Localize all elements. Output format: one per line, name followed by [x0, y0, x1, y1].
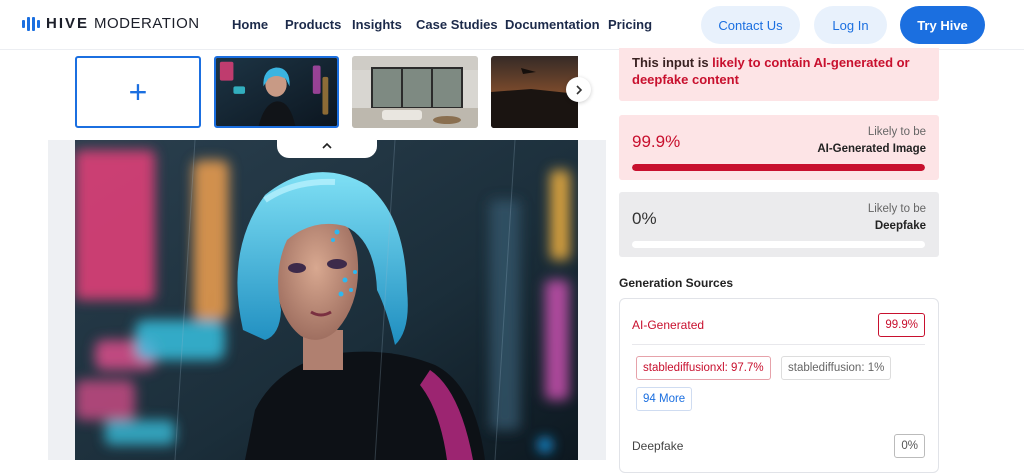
- ai-generated-source-badge: 99.9%: [878, 313, 925, 337]
- nav-home[interactable]: Home: [232, 17, 268, 32]
- deepfake-score-label-bottom: Deepfake: [874, 220, 926, 232]
- deepfake-score-value: 0%: [632, 209, 657, 228]
- deepfake-score-bar: [632, 241, 925, 248]
- plus-icon: +: [128, 74, 148, 110]
- generation-sources-card: AI-Generated 99.9% stablediffusionxl: 97…: [619, 298, 939, 473]
- nav-documentation[interactable]: Documentation: [505, 17, 600, 32]
- generation-sources-title: Generation Sources: [619, 276, 734, 290]
- contact-us-button[interactable]: Contact Us: [701, 6, 800, 44]
- dusk-sky-thumbnail-image: [491, 56, 578, 128]
- nav-insights[interactable]: Insights: [352, 17, 402, 32]
- deepfake-source-badge: 0%: [894, 434, 925, 458]
- nav-pricing[interactable]: Pricing: [608, 17, 652, 32]
- alert-prefix: This input is: [632, 55, 713, 70]
- ai-generated-source-label: AI-Generated: [632, 318, 705, 332]
- ai-score-value: 99.9%: [632, 132, 681, 151]
- try-hive-button[interactable]: Try Hive: [900, 6, 985, 44]
- thumbnail-modern-interior[interactable]: [352, 56, 478, 128]
- deepfake-score-card: 0% Likely to be Deepfake: [619, 192, 939, 257]
- neon-portrait-thumbnail-image: [216, 58, 337, 126]
- nav-products[interactable]: Products: [285, 17, 341, 32]
- hive-logo-icon: [22, 16, 40, 31]
- detection-alert: This input is likely to contain AI-gener…: [619, 48, 939, 101]
- thumbnail-neon-portrait[interactable]: [214, 56, 339, 128]
- analyzed-image: [75, 140, 578, 460]
- chevron-right-icon: [575, 84, 582, 95]
- ai-score-label-bottom: AI-Generated Image: [817, 143, 926, 155]
- ai-generated-score-card: 99.9% Likely to be AI-Generated Image: [619, 115, 939, 180]
- carousel-next-button[interactable]: [566, 77, 591, 102]
- upload-image-button[interactable]: +: [75, 56, 201, 128]
- log-in-button[interactable]: Log In: [814, 6, 887, 44]
- top-nav-bar: HIVE MODERATION Home Products Insights C…: [0, 0, 1024, 50]
- divider: [632, 344, 925, 345]
- ai-score-bar-fill: [632, 164, 925, 171]
- ai-score-bar: [632, 164, 925, 171]
- chevron-up-icon: [322, 142, 332, 149]
- logo-text: MODERATION: [94, 15, 200, 32]
- source-chip-stablediffusionxl: stablediffusionxl: 97.7%: [636, 356, 771, 380]
- thumbnail-dusk-sky[interactable]: [491, 56, 578, 128]
- logo-text-bold: HIVE: [46, 15, 90, 32]
- collapse-gallery-button[interactable]: [277, 134, 377, 158]
- deepfake-score-label-top: Likely to be: [867, 203, 926, 215]
- hive-logo[interactable]: HIVE MODERATION: [22, 15, 200, 32]
- neon-portrait-image: [75, 140, 578, 460]
- modern-interior-thumbnail-image: [352, 56, 478, 128]
- deepfake-source-label: Deepfake: [632, 439, 684, 453]
- more-sources-button[interactable]: 94 More: [636, 387, 693, 411]
- nav-case-studies[interactable]: Case Studies: [416, 17, 498, 32]
- source-chip-stablediffusion: stablediffusion: 1%: [781, 356, 892, 380]
- ai-score-label-top: Likely to be: [867, 126, 926, 138]
